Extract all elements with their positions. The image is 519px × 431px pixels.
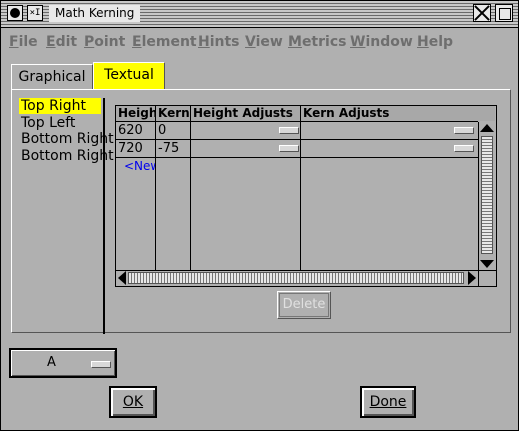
scroll-up-icon[interactable]	[480, 124, 494, 132]
column-header-height[interactable]: Height	[116, 106, 163, 121]
column-header-height-adjusts[interactable]: Height Adjusts	[191, 106, 301, 121]
height-adjusts-button-row-2[interactable]	[279, 145, 299, 152]
corner-list: Top Right Top Left Bottom Right Bottom R…	[19, 98, 114, 334]
cell-height-row-2[interactable]: 720	[116, 140, 143, 157]
cell-height-row-1[interactable]: 620	[116, 122, 143, 139]
delete-button[interactable]: Delete	[277, 291, 331, 319]
height-adjusts-button-row-1[interactable]	[279, 127, 299, 134]
menubar: File Edit Point Element Hints View Metri…	[1, 31, 518, 53]
tab-textual[interactable]: Textual	[93, 62, 165, 90]
title-bar[interactable]: ×I Math Kerning	[1, 1, 518, 28]
popup-indicator-icon	[91, 361, 111, 368]
maximize-icon[interactable]	[495, 4, 513, 22]
scroll-down-icon[interactable]	[480, 260, 494, 268]
kerning-grid: Height Kern Height Adjusts Kern Adjusts …	[115, 105, 497, 287]
scroll-left-icon[interactable]	[118, 271, 126, 285]
scroll-right-icon[interactable]	[468, 271, 476, 285]
window-menu-icon[interactable]	[7, 5, 23, 21]
corner-item-top-left[interactable]: Top Left	[19, 115, 77, 131]
cell-kern-row-1[interactable]: 0	[156, 122, 166, 139]
iconify-icon[interactable]: ×I	[27, 5, 43, 21]
menu-window[interactable]: Window	[350, 34, 413, 50]
vertical-scroll-thumb[interactable]	[481, 136, 493, 254]
menu-point[interactable]: Point	[84, 34, 125, 50]
glyph-popup-button[interactable]: A	[9, 348, 117, 378]
menu-help[interactable]: Help	[417, 34, 453, 50]
menu-edit[interactable]: Edit	[46, 34, 77, 50]
corner-item-bottom-right-2[interactable]: Bottom Right	[19, 148, 116, 164]
menu-file[interactable]: File	[9, 34, 38, 50]
new-row-link[interactable]: <New>	[122, 158, 155, 175]
corner-item-bottom-right[interactable]: Bottom Right	[19, 131, 116, 147]
cell-kern-row-2[interactable]: -75	[156, 140, 179, 157]
scrollbar-corner	[478, 270, 496, 286]
kern-adjusts-button-row-1[interactable]	[454, 127, 474, 134]
math-kerning-window: ×I Math Kerning File Edit Point Element …	[0, 0, 519, 431]
column-header-kern-adjusts[interactable]: Kern Adjusts	[301, 106, 495, 121]
ok-button[interactable]: OK	[109, 386, 157, 418]
window-title: Math Kerning	[49, 5, 141, 22]
corner-item-top-right[interactable]: Top Right	[19, 98, 101, 114]
menu-element[interactable]: Element	[132, 34, 197, 50]
tab-graphical[interactable]: Graphical	[11, 64, 93, 89]
kern-adjusts-button-row-2[interactable]	[454, 145, 474, 152]
menu-hints[interactable]: Hints	[198, 34, 240, 50]
done-button[interactable]: Done	[360, 386, 416, 418]
glyph-popup-value: A	[47, 355, 56, 370]
close-icon[interactable]	[473, 4, 491, 22]
column-header-kern[interactable]: Kern	[156, 106, 191, 121]
horizontal-scrollbar[interactable]	[116, 270, 478, 286]
horizontal-scroll-thumb[interactable]	[128, 272, 464, 284]
ok-button-label: OK	[122, 394, 144, 410]
vertical-scrollbar[interactable]	[478, 122, 496, 270]
menu-view[interactable]: View	[245, 34, 283, 50]
done-button-label: Done	[369, 394, 407, 410]
menu-metrics[interactable]: Metrics	[288, 34, 346, 50]
